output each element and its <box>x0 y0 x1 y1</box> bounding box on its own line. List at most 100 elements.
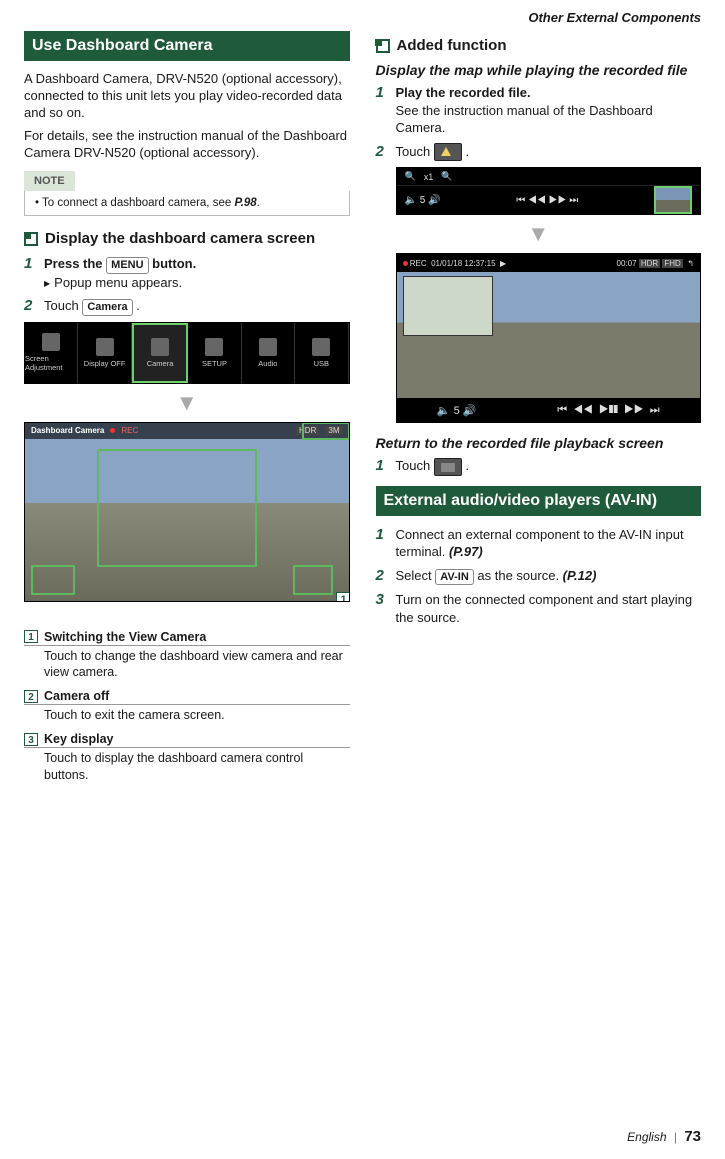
menu-audio: Audio <box>242 323 295 383</box>
menu-display-off: Display OFF <box>78 323 131 383</box>
badge-hdr: HDR <box>639 259 660 268</box>
rec-label: REC <box>121 426 138 435</box>
step-content: Turn on the connected component and star… <box>396 591 702 626</box>
step-number: 1 <box>376 457 389 474</box>
step-content: Touch Camera . <box>44 297 350 315</box>
rec-dot-icon <box>403 261 408 266</box>
desc-text: Touch to display the dashboard camera co… <box>24 750 350 784</box>
step1-text-b: button. <box>149 256 197 271</box>
desc-text: Touch to change the dashboard view camer… <box>24 648 350 682</box>
av-step-1: 1 Connect an external component to the A… <box>376 526 702 561</box>
footer-language: English <box>627 1130 666 1144</box>
zoom-row: 🔍 x1 🔍 <box>397 168 701 186</box>
subhead-text: Display the dashboard camera screen <box>45 230 315 247</box>
menu-button-tag: MENU <box>106 257 148 273</box>
intro-paragraph-2: For details, see the instruction manual … <box>24 128 350 162</box>
heading-use-dashboard-camera: Use Dashboard Camera <box>24 31 350 61</box>
desc-item-3: 3Key display Touch to display the dashbo… <box>24 732 350 784</box>
step2-text-a: Touch <box>44 298 82 313</box>
step-1: 1 Press the MENU button. Popup menu appe… <box>24 255 350 291</box>
av-step-3: 3 Turn on the connected component and st… <box>376 591 702 626</box>
return-text-b: . <box>465 458 469 473</box>
down-arrow-icon: ▼ <box>376 221 702 247</box>
right-step-1: 1 Play the recorded file. See the instru… <box>376 84 702 137</box>
step-number: 3 <box>376 591 389 608</box>
desc-num: 3 <box>24 733 38 746</box>
step-content: Press the MENU button. Popup menu appear… <box>44 255 350 291</box>
step2-text-b: . <box>465 144 469 159</box>
desc-num: 1 <box>24 630 38 643</box>
menu-usb: USB <box>295 323 348 383</box>
step2-text-b: . <box>133 298 140 313</box>
step2-text-a: Touch <box>396 144 434 159</box>
square-bullet-icon <box>24 232 38 246</box>
menu-screen-adjustment: Screen Adjustment <box>25 323 78 383</box>
step-content: Play the recorded file. See the instruct… <box>396 84 702 137</box>
step-content: Touch . <box>396 457 702 476</box>
italic-subhead-return: Return to the recorded file playback scr… <box>376 435 702 451</box>
note-tail: . <box>257 197 260 209</box>
square-bullet-icon <box>376 39 390 53</box>
step-text: See the instruction manual of the Dashbo… <box>396 102 702 137</box>
av2-ref: (P.12) <box>563 568 597 583</box>
return-text-a: Touch <box>396 458 434 473</box>
intro-paragraph-1: A Dashboard Camera, DRV-N520 (optional a… <box>24 71 350 122</box>
nav-time: 00:07 <box>617 259 637 268</box>
menu-camera: Camera <box>132 323 188 383</box>
callout-box-3b: 3 <box>31 565 75 595</box>
return-step-1: 1 Touch . <box>376 457 702 476</box>
step-content: Touch . <box>396 143 702 162</box>
callout-box-3a <box>97 449 257 567</box>
subhead-added-function: Added function <box>376 37 702 54</box>
desc-item-1: 1 Switching the View Camera Touch to chan… <box>24 630 350 682</box>
camera-top-bar: Dashboard Camera REC HDR 3M <box>25 423 349 439</box>
footer-page-number: 73 <box>684 1128 701 1145</box>
map-thumbnail <box>654 186 692 214</box>
zoom-level: x1 <box>424 172 434 182</box>
nav-date: 01/01/18 12:37:15 <box>431 259 496 268</box>
playback-strip-screenshot: 🔍 x1 🔍 🔈 5 🔊 ⏮ ◀◀ ▶▶ ⏭ <box>396 167 702 215</box>
subhead-text: Added function <box>397 37 507 54</box>
nav-top-bar: REC 01/01/18 12:37:15 ▶ 00:07 HDR FHD ↰ <box>397 254 701 272</box>
map-icon-button <box>434 143 462 161</box>
step-number: 1 <box>376 84 389 101</box>
transport-icons: ⏮ ◀◀ ▶▶ ⏭ <box>516 195 578 206</box>
badge-fhd: FHD <box>662 259 682 268</box>
transport-icons: ⏮ ◀◀ ▶❚❚ ▶▶ ⏭ <box>557 404 659 417</box>
callout-box-1: 1 <box>302 422 350 440</box>
step1-text-a: Press the <box>44 256 106 271</box>
step-bold: Play the recorded file. <box>396 84 702 102</box>
nav-bottom-bar: 🔈 5 🔊 ⏮ ◀◀ ▶❚❚ ▶▶ ⏭ <box>397 398 701 422</box>
note-text: • To connect a dashboard camera, see <box>35 197 234 209</box>
down-arrow-icon: ▼ <box>24 390 350 416</box>
camera-button-tag: Camera <box>82 299 132 315</box>
camera-title: Dashboard Camera <box>31 426 104 435</box>
subhead-display-camera-screen: Display the dashboard camera screen <box>24 230 350 247</box>
step-2: 2 Touch Camera . <box>24 297 350 315</box>
step1-popup: Popup menu appears. <box>44 274 350 292</box>
note-box: • To connect a dashboard camera, see P.9… <box>24 191 350 216</box>
step-number: 1 <box>376 526 389 543</box>
step-number: 1 <box>24 255 37 272</box>
controls-row: 🔈 5 🔊 ⏮ ◀◀ ▶▶ ⏭ <box>397 186 701 214</box>
callout-label-1: 1 <box>336 592 350 602</box>
zoom-out-icon: 🔍 <box>405 171 416 182</box>
right-step-2: 2 Touch . <box>376 143 702 162</box>
footer-divider: | <box>674 1130 677 1144</box>
volume-level: 5 <box>420 195 426 206</box>
right-column: Added function Display the map while pla… <box>376 31 702 792</box>
zoom-in-icon: 🔍 <box>441 171 452 182</box>
page-section-header: Other External Components <box>24 10 701 25</box>
step-content: Select AV-IN as the source. (P.12) <box>396 567 702 585</box>
popup-menu-screenshot: Screen Adjustment Display OFF Camera SET… <box>24 322 350 384</box>
step-number: 2 <box>376 567 389 584</box>
heading-av-in: External audio/video players (AV-IN) <box>376 486 702 516</box>
av-step-2: 2 Select AV-IN as the source. (P.12) <box>376 567 702 585</box>
dashboard-camera-screenshot: Dashboard Camera REC HDR 3M 1 2 3 <box>24 422 350 602</box>
desc-title: Switching the View Camera <box>44 630 206 644</box>
desc-num: 2 <box>24 690 38 703</box>
av2-b: as the source. <box>474 568 563 583</box>
left-column: Use Dashboard Camera A Dashboard Camera,… <box>24 31 350 792</box>
italic-subhead-display-map: Display the map while playing the record… <box>376 62 702 78</box>
desc-item-2: 2Camera off Touch to exit the camera scr… <box>24 689 350 724</box>
